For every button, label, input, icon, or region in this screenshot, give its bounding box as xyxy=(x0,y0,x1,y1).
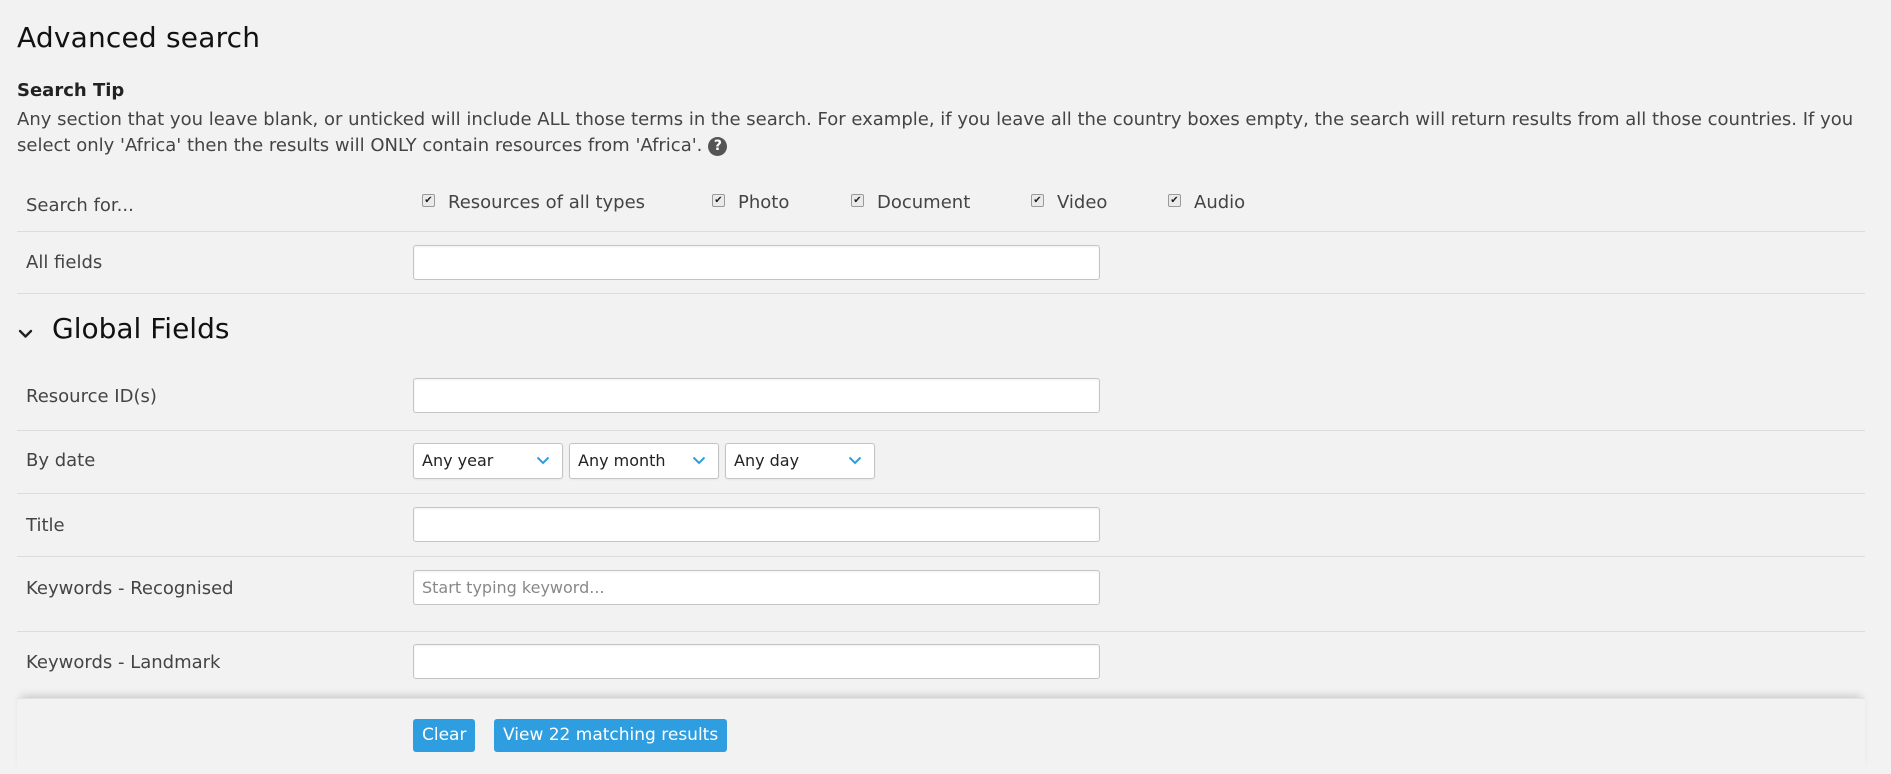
checkbox-video[interactable]: ✔ Video xyxy=(1031,192,1107,213)
resource-ids-row: Resource ID(s) xyxy=(17,368,1865,431)
by-date-row: By date Any year Any month Any day xyxy=(17,431,1865,494)
day-select-value: Any day xyxy=(734,451,800,470)
keywords-recognised-label: Keywords - Recognised xyxy=(26,578,234,599)
keywords-landmark-label: Keywords - Landmark xyxy=(26,652,221,673)
checkbox-label: Document xyxy=(877,192,971,213)
checkbox-icon[interactable]: ✔ xyxy=(1031,194,1044,207)
search-for-label: Search for... xyxy=(26,195,134,216)
checkbox-icon[interactable]: ✔ xyxy=(1168,194,1181,207)
chevron-down-icon xyxy=(536,456,550,465)
title-row: Title xyxy=(17,494,1865,557)
checkbox-icon[interactable]: ✔ xyxy=(712,194,725,207)
month-select[interactable]: Any month xyxy=(569,443,719,479)
search-footer: Clear View 22 matching results xyxy=(17,698,1865,774)
title-label: Title xyxy=(26,515,65,536)
search-for-row: Search for... ✔ Resources of all types ✔… xyxy=(17,176,1865,232)
day-select[interactable]: Any day xyxy=(725,443,875,479)
checkbox-label: Video xyxy=(1057,192,1108,213)
checkbox-document[interactable]: ✔ Document xyxy=(851,192,970,213)
chevron-down-icon[interactable] xyxy=(17,325,34,342)
chevron-down-icon xyxy=(848,456,862,465)
chevron-down-icon xyxy=(692,456,706,465)
view-results-button[interactable]: View 22 matching results xyxy=(494,719,728,752)
by-date-label: By date xyxy=(26,450,96,471)
month-select-value: Any month xyxy=(578,451,666,470)
checkbox-audio[interactable]: ✔ Audio xyxy=(1168,192,1245,213)
all-fields-label: All fields xyxy=(26,252,103,273)
global-fields-header[interactable]: Global Fields xyxy=(17,294,1865,368)
keywords-landmark-row: Keywords - Landmark xyxy=(17,632,1865,694)
year-select[interactable]: Any year xyxy=(413,443,563,479)
keywords-recognised-input[interactable] xyxy=(413,570,1100,605)
search-tip-text: Any section that you leave blank, or unt… xyxy=(17,107,1887,159)
all-fields-row: All fields xyxy=(17,232,1865,294)
page-title: Advanced search xyxy=(17,21,261,54)
checkbox-icon[interactable]: ✔ xyxy=(851,194,864,207)
clear-button[interactable]: Clear xyxy=(413,719,476,752)
checkbox-label: Resources of all types xyxy=(448,192,646,213)
checkbox-photo[interactable]: ✔ Photo xyxy=(712,192,789,213)
global-fields-title: Global Fields xyxy=(52,312,230,345)
help-icon[interactable]: ? xyxy=(708,136,728,156)
all-fields-input[interactable] xyxy=(413,245,1100,280)
keywords-landmark-input[interactable] xyxy=(413,644,1100,679)
checkbox-all-types[interactable]: ✔ Resources of all types xyxy=(422,192,645,213)
keywords-recognised-row: Keywords - Recognised xyxy=(17,557,1865,632)
advanced-search-page: Advanced search Search Tip Any section t… xyxy=(0,0,1891,773)
checkbox-label: Audio xyxy=(1194,192,1246,213)
checkbox-icon[interactable]: ✔ xyxy=(422,194,435,207)
year-select-value: Any year xyxy=(422,451,494,470)
search-tip-title: Search Tip xyxy=(17,80,125,101)
resource-ids-label: Resource ID(s) xyxy=(26,386,157,407)
title-input[interactable] xyxy=(413,507,1100,542)
resource-ids-input[interactable] xyxy=(413,378,1100,413)
checkbox-label: Photo xyxy=(738,192,790,213)
search-tip-body: Any section that you leave blank, or unt… xyxy=(17,109,1854,156)
